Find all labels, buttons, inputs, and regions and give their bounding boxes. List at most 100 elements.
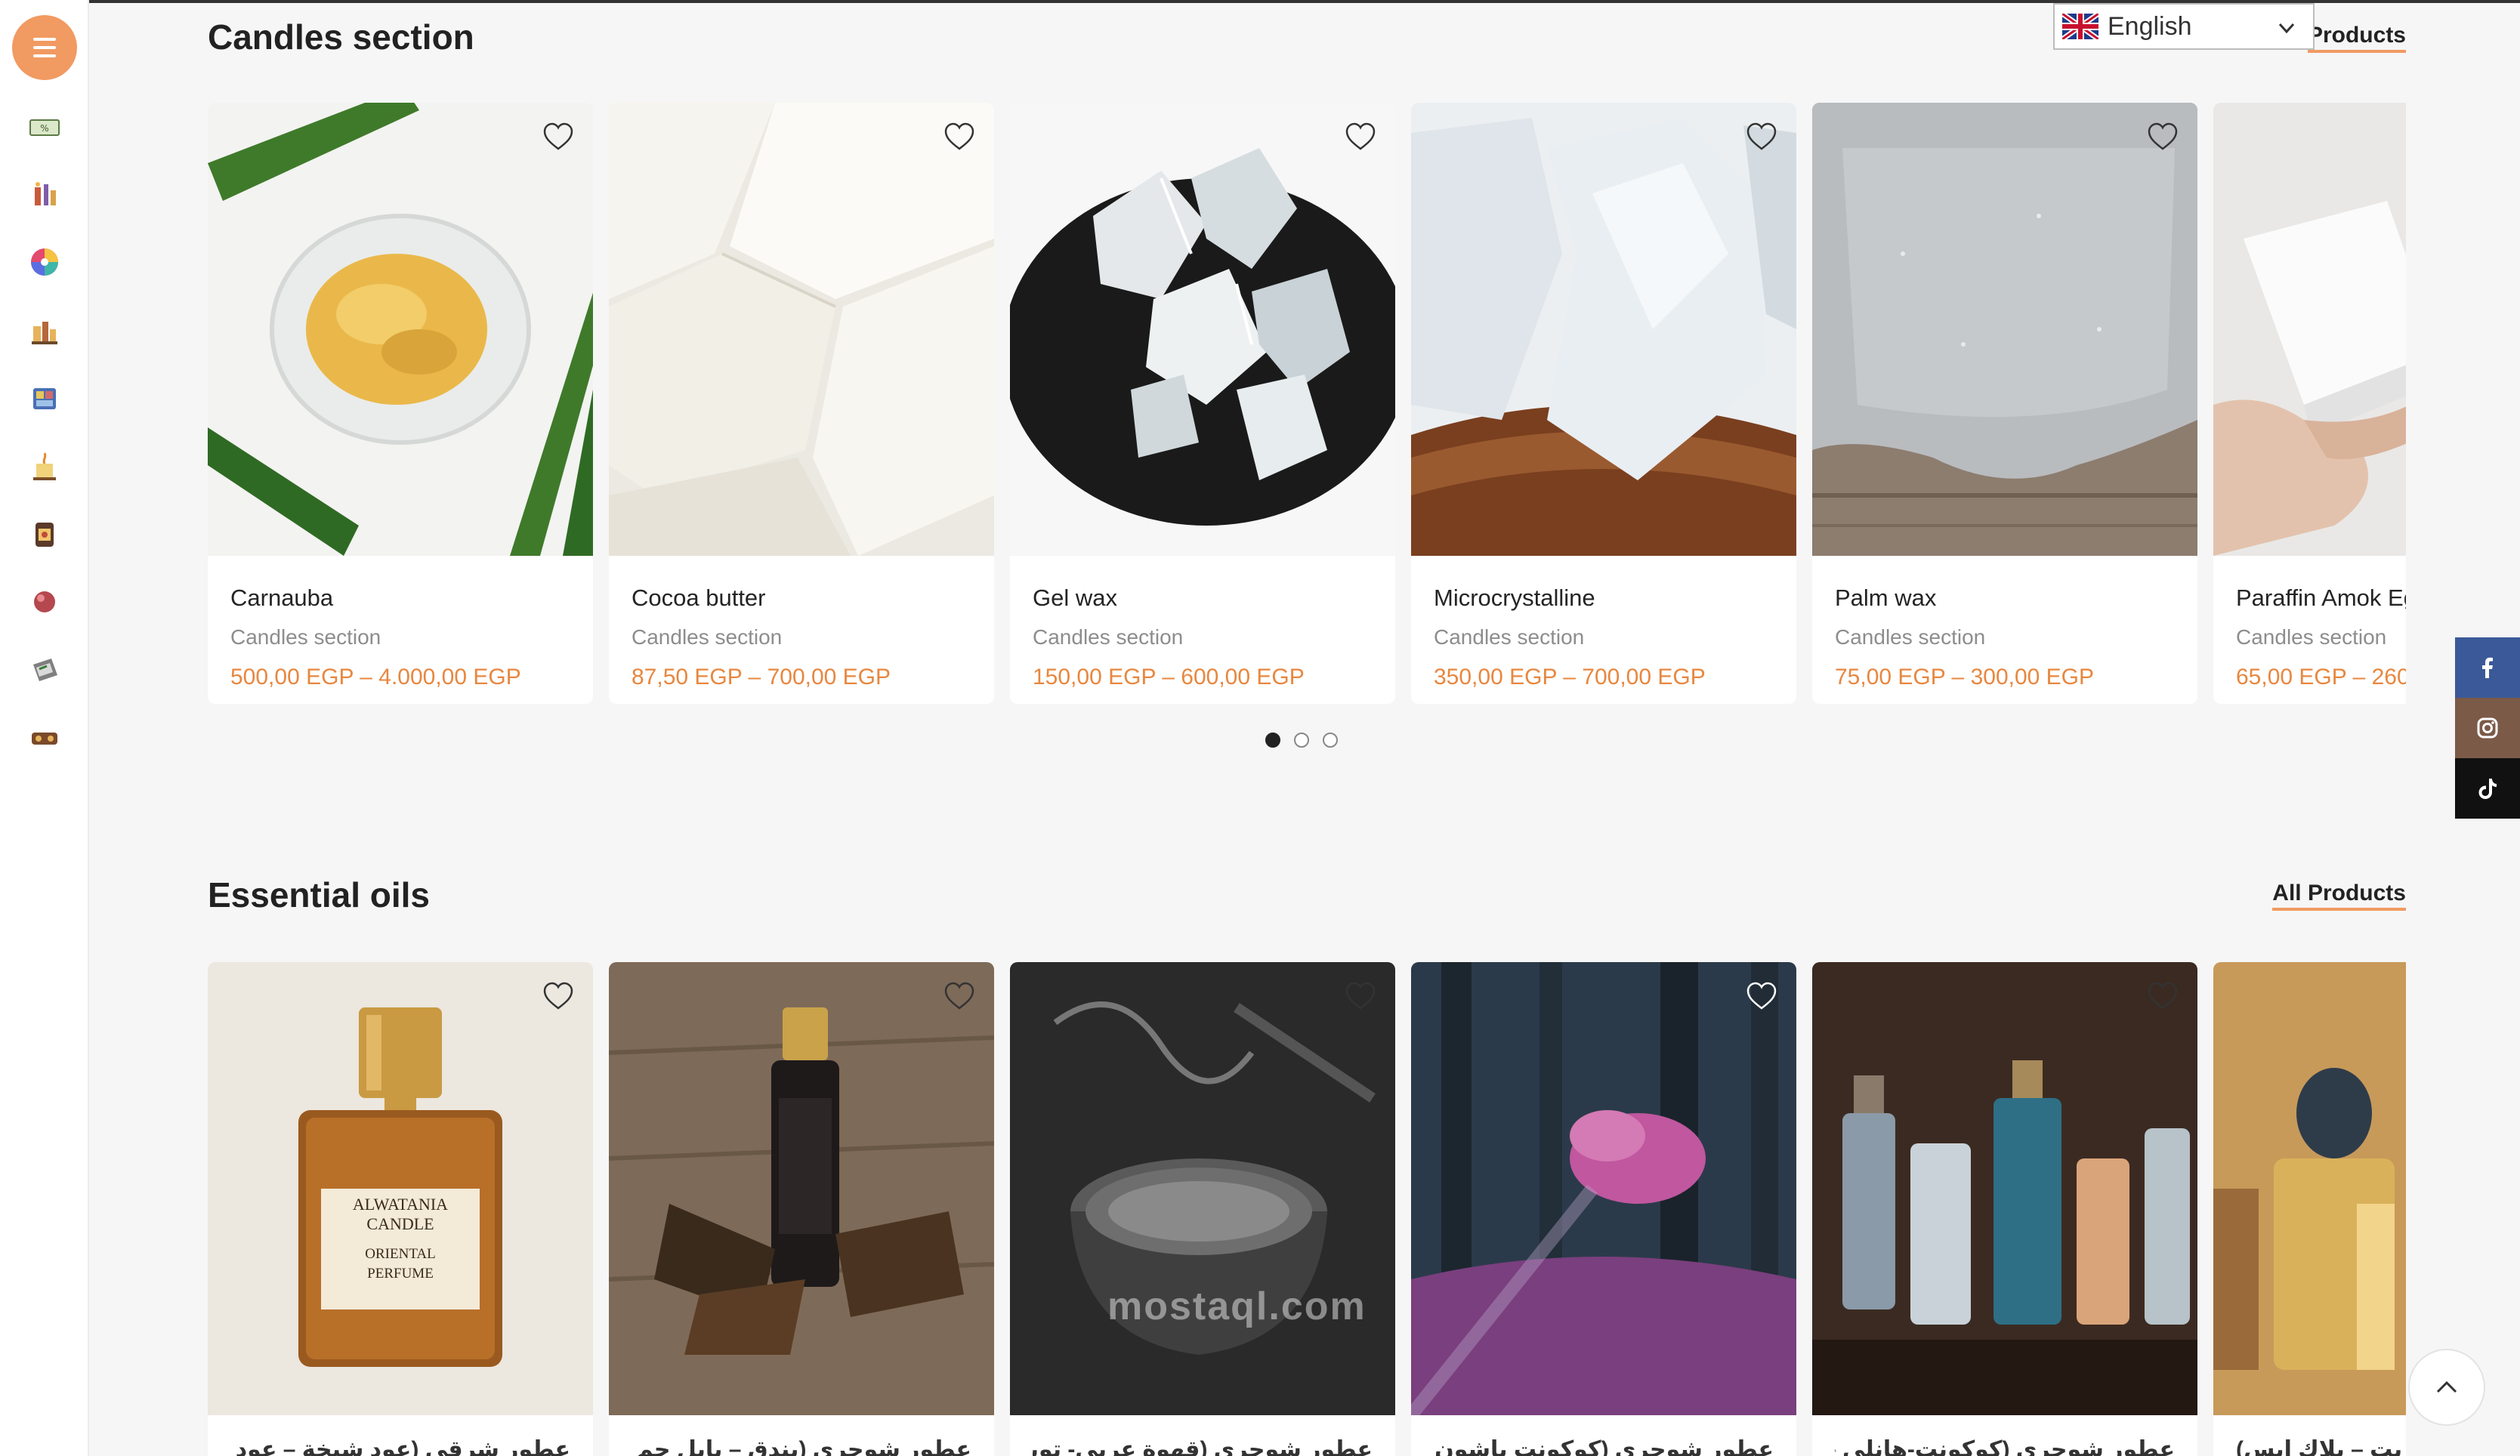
fragrance-jar-icon[interactable]: [29, 518, 60, 550]
carousel-dot[interactable]: [1323, 733, 1338, 748]
product-name[interactable]: عطور شوجري (بندق – بابل جم – كراميل –: [632, 1436, 971, 1456]
product-card[interactable]: عطور شوجري (كوكونت باشون – مالتز بابون: [1411, 962, 1796, 1456]
wishlist-heart-icon[interactable]: [2146, 121, 2179, 154]
product-image-oud-oil[interactable]: [609, 962, 994, 1415]
product-image-incense[interactable]: [1010, 962, 1395, 1415]
product-card[interactable]: Cocoa butter Candles section 87,50 EGP –…: [609, 103, 994, 704]
chevron-down-icon: [2278, 23, 2295, 34]
product-image-black-perfume[interactable]: [2213, 962, 2406, 1415]
product-image-gel-wax[interactable]: [1010, 103, 1395, 556]
wishlist-heart-icon[interactable]: [1344, 980, 1377, 1013]
product-image-cocoa-butter[interactable]: [609, 103, 994, 556]
product-name[interactable]: Gel wax: [1033, 585, 1117, 612]
language-selector[interactable]: English: [2053, 3, 2315, 50]
product-price: 65,00 EGP – 260: [2236, 665, 2406, 689]
product-category[interactable]: Candles section: [2236, 625, 2386, 649]
product-card[interactable]: Gel wax Candles section 150,00 EGP – 600…: [1010, 103, 1395, 704]
wishlist-heart-icon[interactable]: [943, 980, 976, 1013]
uk-flag-icon: [2062, 14, 2098, 39]
tiktok-icon: [2478, 779, 2497, 799]
product-category[interactable]: Candles section: [1434, 625, 1584, 649]
product-name[interactable]: عطور شوجري (كوكونت باشون – مالتز بابون: [1434, 1436, 1774, 1456]
product-name[interactable]: Carnauba: [230, 585, 333, 612]
facebook-icon: [2482, 657, 2493, 678]
product-name[interactable]: Cocoa butter: [632, 585, 766, 612]
product-card[interactable]: ALWATANIA CANDLE ORIENTAL PERFUME عطور ش…: [208, 962, 593, 1456]
hamburger-line: [33, 38, 56, 41]
hamburger-line: [33, 54, 56, 57]
tiktok-link[interactable]: [2455, 758, 2520, 819]
product-price: 87,50 EGP – 700,00 EGP: [632, 665, 891, 689]
product-price: 350,00 EGP – 700,00 EGP: [1434, 665, 1706, 689]
product-card[interactable]: Carnauba Candles section 500,00 EGP – 4.…: [208, 103, 593, 704]
all-products-link-candles[interactable]: Products: [2307, 23, 2406, 53]
wishlist-heart-icon[interactable]: [943, 121, 976, 154]
perfume-label-text: ALWATANIA: [352, 1195, 449, 1214]
product-name[interactable]: Palm wax: [1835, 585, 1936, 612]
perfume-label-text: ORIENTAL: [365, 1246, 436, 1262]
essential-oils-product-carousel: ALWATANIA CANDLE ORIENTAL PERFUME عطور ش…: [208, 962, 2406, 1456]
candle-tools-icon[interactable]: [29, 178, 60, 210]
language-label: English: [2108, 11, 2192, 41]
all-products-link-essential-oils[interactable]: All Products: [2272, 881, 2406, 911]
social-links-bar: [2455, 637, 2520, 819]
section-title-essential-oils: Essential oils: [208, 875, 431, 915]
facebook-link[interactable]: [2455, 637, 2520, 698]
wishlist-heart-icon[interactable]: [1745, 980, 1778, 1013]
carousel-dot[interactable]: [1294, 733, 1309, 748]
product-card[interactable]: Paraffin Amok Eg Candles section 65,00 E…: [2213, 103, 2406, 704]
packaging-icon[interactable]: [29, 654, 60, 686]
perfume-label-text: CANDLE: [366, 1214, 434, 1233]
product-image-palm-wax[interactable]: [1812, 103, 2197, 556]
product-image-paraffin[interactable]: [2213, 103, 2406, 556]
wishlist-heart-icon[interactable]: [542, 121, 575, 154]
wishlist-heart-icon[interactable]: [1344, 121, 1377, 154]
back-to-top-button[interactable]: [2408, 1349, 2485, 1426]
product-name[interactable]: عطور شرقي (عود شيخة – عود اسود – عود: [230, 1436, 570, 1456]
product-category[interactable]: Candles section: [632, 625, 782, 649]
section-title-candles: Candles section: [208, 17, 474, 57]
product-name[interactable]: عطور شوجري (قهوة عربي- توباكو فانيليا): [1033, 1436, 1373, 1456]
svg-text:%: %: [40, 123, 48, 134]
dye-icon[interactable]: [29, 586, 60, 618]
product-image-perfume-bottles[interactable]: [1812, 962, 2197, 1415]
offers-icon[interactable]: %: [29, 112, 60, 143]
product-image-oriental-perfume[interactable]: ALWATANIA CANDLE ORIENTAL PERFUME: [208, 962, 593, 1415]
menu-toggle-button[interactable]: [12, 15, 77, 80]
product-card[interactable]: Microcrystalline Candles section 350,00 …: [1411, 103, 1796, 704]
product-card[interactable]: باسكريت – بلاك ايس): [2213, 962, 2406, 1456]
product-image-microcrystalline[interactable]: [1411, 103, 1796, 556]
wishlist-heart-icon[interactable]: [1745, 121, 1778, 154]
product-image-carnauba[interactable]: [208, 103, 593, 556]
product-price: 500,00 EGP – 4.000,00 EGP: [230, 665, 521, 689]
product-card[interactable]: Palm wax Candles section 75,00 EGP – 300…: [1812, 103, 2197, 704]
carousel-dot[interactable]: [1265, 733, 1280, 748]
product-card[interactable]: عطور شوجري (كوكونت-هانلي – هابيسكس: [1812, 962, 2197, 1456]
product-category[interactable]: Candles section: [230, 625, 381, 649]
candles-product-carousel: Carnauba Candles section 500,00 EGP – 4.…: [208, 103, 2406, 707]
product-name[interactable]: Microcrystalline: [1434, 585, 1595, 612]
watermark: mostaql.com: [1107, 1285, 1367, 1328]
accessories-icon[interactable]: [29, 722, 60, 754]
product-name[interactable]: Paraffin Amok Eg: [2236, 585, 2406, 612]
product-card[interactable]: عطور شوجري (قهوة عربي- توباكو فانيليا): [1010, 962, 1395, 1456]
wishlist-heart-icon[interactable]: [2146, 980, 2179, 1013]
instagram-link[interactable]: [2455, 698, 2520, 758]
wicks-icon[interactable]: [29, 450, 60, 482]
chevron-up-icon: [2436, 1380, 2457, 1393]
candle-making-icon[interactable]: [29, 314, 60, 346]
category-sidebar: %: [0, 0, 89, 1456]
product-category[interactable]: Candles section: [1033, 625, 1183, 649]
product-category[interactable]: Candles section: [1835, 625, 1985, 649]
product-image-forest[interactable]: [1411, 962, 1796, 1415]
product-price: 150,00 EGP – 600,00 EGP: [1033, 665, 1305, 689]
instagram-icon: [2477, 717, 2498, 739]
product-name[interactable]: عطور شوجري (كوكونت-هانلي – هابيسكس: [1835, 1436, 2175, 1456]
product-name[interactable]: باسكريت – بلاك ايس): [2236, 1436, 2406, 1456]
product-price: 75,00 EGP – 300,00 EGP: [1835, 665, 2095, 689]
molds-icon[interactable]: [29, 382, 60, 414]
color-wheel-icon[interactable]: [29, 246, 60, 278]
main-content: Candles section Products Carnauba Candle…: [208, 0, 2406, 1456]
wishlist-heart-icon[interactable]: [542, 980, 575, 1013]
product-card[interactable]: عطور شوجري (بندق – بابل جم – كراميل –: [609, 962, 994, 1456]
